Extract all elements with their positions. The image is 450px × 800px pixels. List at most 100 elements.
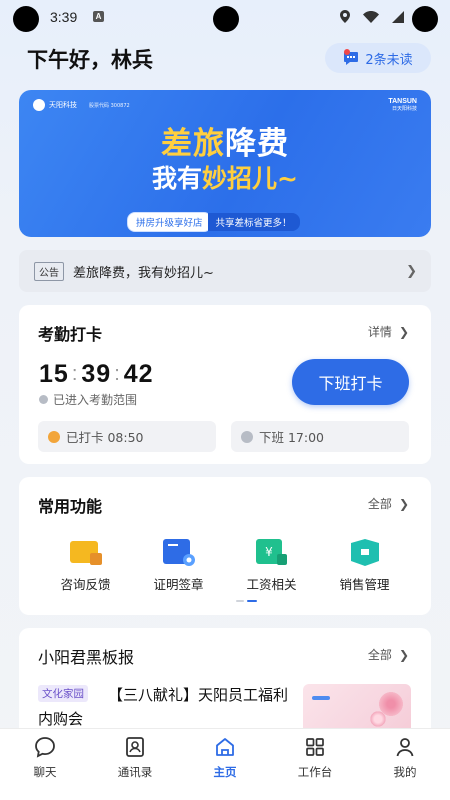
- function-item-certificate[interactable]: 证明签章: [132, 539, 225, 593]
- unread-messages-button[interactable]: 2条未读: [325, 43, 431, 73]
- sun-icon: [48, 430, 60, 443]
- company-name: 天阳科技: [49, 101, 77, 109]
- brand-mark: TANSUN 日天阳科技: [388, 98, 417, 112]
- clock-out-time: 下班 17:00: [231, 421, 409, 452]
- chevron-right-icon: ❯: [398, 324, 409, 339]
- functions-grid: 咨询反馈 证明签章 ¥ 工资相关 销售管理: [19, 539, 431, 593]
- attendance-detail-link[interactable]: 详情 ❯: [368, 323, 409, 340]
- function-label: 咨询反馈: [60, 577, 111, 592]
- moon-icon: [241, 430, 253, 443]
- clock-minutes: 39: [81, 360, 112, 388]
- salary-icon: ¥: [255, 539, 287, 565]
- chevron-right-icon: ❯: [406, 263, 417, 279]
- announcement-bar[interactable]: 公告 差旅降费，我有妙招儿~ ❯: [19, 250, 431, 292]
- camera-cutout-right: [412, 6, 438, 32]
- chevron-right-icon: ❯: [398, 647, 409, 662]
- detail-label: 详情: [367, 325, 392, 339]
- banner-chip-share: 共享差标省更多！: [207, 213, 300, 231]
- function-label: 销售管理: [339, 577, 390, 592]
- banner-title-line1: 差旅降费: [19, 118, 431, 163]
- chat-icon: [35, 737, 55, 758]
- camera-cutout-left: [13, 6, 39, 32]
- tab-chat[interactable]: 聊天: [0, 729, 90, 800]
- clock-hours: 15: [39, 360, 69, 388]
- status-icons: [340, 10, 404, 23]
- thumbnail-logo: [312, 696, 330, 700]
- banner-title-line2: 我有妙招儿~: [19, 159, 431, 195]
- board-all-link[interactable]: 全部 ❯: [368, 646, 409, 663]
- function-label: 证明签章: [153, 577, 204, 592]
- all-label: 全部: [367, 648, 392, 662]
- clock-seconds: 42: [123, 360, 154, 388]
- blackboard-card: 小阳君黑板报 全部 ❯ 【三八献礼】天阳员工福利内购会 文化家园: [19, 628, 431, 740]
- company-stock: 股票代码 300872: [89, 102, 130, 109]
- range-status-text: 已进入考勤范围: [53, 393, 138, 407]
- announcement-tag: 公告: [34, 261, 64, 281]
- clock-separator: :: [114, 363, 121, 385]
- status-time: 3:39: [50, 9, 78, 25]
- sales-icon: [350, 539, 379, 566]
- tab-label: 通讯录: [117, 765, 153, 779]
- banner-chip-room: 拼房升级享好店: [127, 212, 212, 232]
- tab-label: 工作台: [297, 765, 333, 779]
- function-item-sales[interactable]: 销售管理: [318, 539, 411, 593]
- announcement-text: 差旅降费，我有妙招儿~: [73, 265, 214, 281]
- pager-dot-active: [247, 600, 257, 602]
- camera-cutout-center: [213, 6, 239, 32]
- flower-image: [369, 710, 387, 728]
- current-time: 15:39:42: [39, 360, 154, 389]
- status-bar: 3:39 A: [0, 0, 450, 34]
- function-label: 工资相关: [246, 577, 297, 592]
- bottom-tab-bar: 聊天 通讯录 主页 工作台 我的: [0, 728, 450, 800]
- chevron-right-icon: ❯: [398, 496, 409, 511]
- clocked-in-status: 已打卡 08:50: [38, 421, 216, 452]
- check-icon: [39, 395, 48, 404]
- promo-banner[interactable]: 天阳科技 股票代码 300872 TANSUN 日天阳科技 差旅降费 我有妙招儿…: [19, 90, 431, 237]
- unread-label: 2条未读: [365, 52, 413, 68]
- feedback-icon: [69, 541, 102, 565]
- home-icon: [216, 738, 234, 756]
- clock-out-text: 下班 17:00: [259, 430, 324, 445]
- profile-icon: [396, 738, 414, 757]
- greeting: 下午好，林兵: [27, 48, 153, 72]
- contacts-icon: [126, 737, 144, 757]
- pager-dot: [236, 600, 244, 602]
- unread-dot: [344, 49, 350, 55]
- tab-contacts[interactable]: 通讯录: [90, 729, 180, 800]
- signal-icon: [392, 10, 404, 23]
- tab-workbench[interactable]: 工作台: [270, 729, 360, 800]
- notification-icon: A: [93, 11, 104, 22]
- svg-text:¥: ¥: [265, 545, 273, 559]
- function-item-salary[interactable]: ¥ 工资相关: [225, 539, 318, 593]
- clock-out-button[interactable]: 下班打卡: [292, 359, 409, 405]
- clock-separator: :: [71, 363, 79, 385]
- banner-subtitle-highlight: 妙招儿~: [202, 164, 298, 193]
- functions-title: 常用功能: [38, 497, 103, 516]
- location-icon: [340, 10, 350, 23]
- functions-all-link[interactable]: 全部 ❯: [368, 495, 409, 512]
- common-functions-card: 常用功能 全部 ❯ 咨询反馈 证明签章 ¥ 工资相关 销售管理: [19, 477, 431, 615]
- banner-chips: 拼房升级享好店 共享差标省更多！: [127, 212, 300, 232]
- tab-profile[interactable]: 我的: [360, 729, 450, 800]
- attendance-title: 考勤打卡: [38, 325, 103, 344]
- tab-home[interactable]: 主页: [180, 729, 270, 800]
- banner-title-highlight: 差旅: [161, 126, 225, 162]
- functions-pager: [236, 600, 257, 602]
- certificate-icon: [162, 539, 195, 566]
- tab-label: 主页: [213, 765, 237, 779]
- brand-sub: 日天阳科技: [391, 106, 417, 113]
- board-title: 小阳君黑板报: [38, 648, 135, 667]
- wifi-icon: [363, 10, 379, 23]
- clocked-in-text: 已打卡 08:50: [66, 430, 144, 445]
- function-item-feedback[interactable]: 咨询反馈: [39, 539, 132, 593]
- banner-subtitle-rest: 我有: [152, 164, 203, 193]
- all-label: 全部: [367, 497, 392, 511]
- workbench-icon: [306, 738, 324, 756]
- banner-title-rest: 降费: [225, 126, 289, 162]
- range-status: 已进入考勤范围: [39, 391, 137, 408]
- company-logo-icon: [33, 99, 45, 111]
- attendance-card: 考勤打卡 详情 ❯ 15:39:42 已进入考勤范围 下班打卡 已打卡 08:5…: [19, 305, 431, 464]
- tab-label: 我的: [393, 765, 417, 779]
- tab-label: 聊天: [33, 765, 57, 779]
- company-logo: 天阳科技 股票代码 300872: [33, 99, 130, 111]
